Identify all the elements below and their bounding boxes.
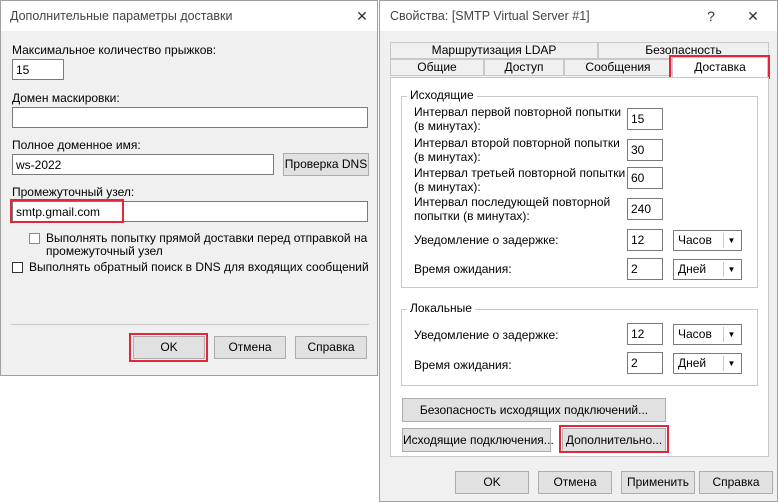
reverse-dns-checkbox[interactable] (12, 262, 23, 273)
subsequent-retry-input[interactable]: 240 (627, 198, 663, 220)
outgoing-delay-label: Уведомление о задержке: (414, 233, 559, 247)
local-delay-unit-value: Часов (678, 327, 712, 341)
first-retry-label-line2: (в минутах): (414, 119, 481, 133)
masquerade-domain-input[interactable] (12, 107, 368, 128)
outgoing-delay-input[interactable]: 12 (627, 229, 663, 251)
help-button[interactable]: Справка (699, 471, 773, 494)
chevron-down-icon: ▼ (723, 233, 739, 248)
cancel-button[interactable]: Отмена (214, 336, 286, 359)
outbound-security-button[interactable]: Безопасность исходящих подключений... (402, 398, 666, 422)
tab-access[interactable]: Доступ (484, 59, 564, 76)
chevron-down-icon: ▼ (723, 356, 739, 371)
help-icon[interactable]: ? (698, 5, 724, 27)
advanced-button[interactable]: Дополнительно... (562, 428, 666, 452)
third-retry-label-line2: (в минутах): (414, 180, 481, 194)
first-retry-label-line1: Интервал первой повторной попытки (414, 105, 622, 119)
ok-button[interactable]: OK (455, 471, 529, 494)
outgoing-expire-input[interactable]: 2 (627, 258, 663, 280)
title-bar: Дополнительные параметры доставки ✕ (1, 1, 377, 31)
max-hops-label: Максимальное количество прыжков: (12, 43, 217, 57)
direct-delivery-label-line1: Выполнять попытку прямой доставки перед … (46, 231, 368, 245)
outgoing-delay-unit-select[interactable]: Часов ▼ (673, 230, 742, 251)
smtp-properties-dialog: Свойства: [SMTP Virtual Server #1] ? ✕ М… (379, 0, 778, 502)
reverse-dns-label: Выполнять обратный поиск в DNS для входя… (29, 260, 369, 274)
apply-button[interactable]: Применить (621, 471, 695, 494)
tab-messages[interactable]: Сообщения (564, 59, 672, 76)
local-delay-unit-select[interactable]: Часов ▼ (673, 324, 742, 345)
outgoing-expire-label: Время ожидания: (414, 262, 512, 276)
divider (11, 324, 369, 325)
local-expire-unit-select[interactable]: Дней ▼ (673, 353, 742, 374)
third-retry-label-line1: Интервал третьей повторной попытки (414, 166, 626, 180)
local-expire-input[interactable]: 2 (627, 352, 663, 374)
third-retry-input[interactable]: 60 (627, 167, 663, 189)
local-delay-label: Уведомление о задержке: (414, 328, 559, 342)
outgoing-expire-unit-select[interactable]: Дней ▼ (673, 259, 742, 280)
direct-delivery-checkbox[interactable] (29, 233, 40, 244)
smarthost-label: Промежуточный узел: (12, 185, 135, 199)
title-bar: Свойства: [SMTP Virtual Server #1] ? ✕ (380, 1, 777, 31)
subsequent-retry-label-line1: Интервал последующей повторной (414, 195, 611, 209)
second-retry-label-line1: Интервал второй повторной попытки (414, 136, 620, 150)
local-expire-label: Время ожидания: (414, 358, 512, 372)
max-hops-input[interactable]: 15 (12, 59, 64, 80)
smarthost-input[interactable]: smtp.gmail.com (12, 201, 368, 222)
tab-panel: Исходящие Интервал первой повторной попы… (390, 77, 769, 457)
cancel-button[interactable]: Отмена (538, 471, 612, 494)
first-retry-input[interactable]: 15 (627, 108, 663, 130)
local-group (401, 309, 758, 386)
help-button[interactable]: Справка (295, 336, 367, 359)
local-group-label: Локальные (407, 301, 475, 315)
ok-button[interactable]: OK (133, 336, 205, 359)
close-icon[interactable]: ✕ (740, 5, 766, 27)
fqdn-input[interactable]: ws-2022 (12, 154, 274, 175)
chevron-down-icon: ▼ (723, 327, 739, 342)
direct-delivery-label-line2: промежуточный узел (46, 244, 163, 258)
outgoing-expire-unit-value: Дней (678, 262, 707, 276)
tab-ldap-routing[interactable]: Маршрутизация LDAP (390, 42, 598, 59)
tab-delivery[interactable]: Доставка (672, 57, 768, 78)
local-expire-unit-value: Дней (678, 356, 707, 370)
local-delay-input[interactable]: 12 (627, 323, 663, 345)
dialog-title: Дополнительные параметры доставки (10, 9, 233, 23)
advanced-delivery-dialog: Дополнительные параметры доставки ✕ Макс… (0, 0, 378, 376)
second-retry-label-line2: (в минутах): (414, 150, 481, 164)
close-icon[interactable]: ✕ (349, 5, 375, 27)
fqdn-label: Полное доменное имя: (12, 138, 141, 152)
subsequent-retry-label-line2: попытки (в минутах): (414, 209, 530, 223)
tab-general[interactable]: Общие (390, 59, 484, 76)
masquerade-domain-label: Домен маскировки: (12, 91, 120, 105)
outgoing-group-label: Исходящие (407, 88, 477, 102)
outbound-connections-button[interactable]: Исходящие подключения... (402, 428, 554, 452)
second-retry-input[interactable]: 30 (627, 139, 663, 161)
dialog-title: Свойства: [SMTP Virtual Server #1] (390, 9, 590, 23)
chevron-down-icon: ▼ (723, 262, 739, 277)
check-dns-button[interactable]: Проверка DNS (283, 153, 369, 176)
outgoing-delay-unit-value: Часов (678, 233, 712, 247)
